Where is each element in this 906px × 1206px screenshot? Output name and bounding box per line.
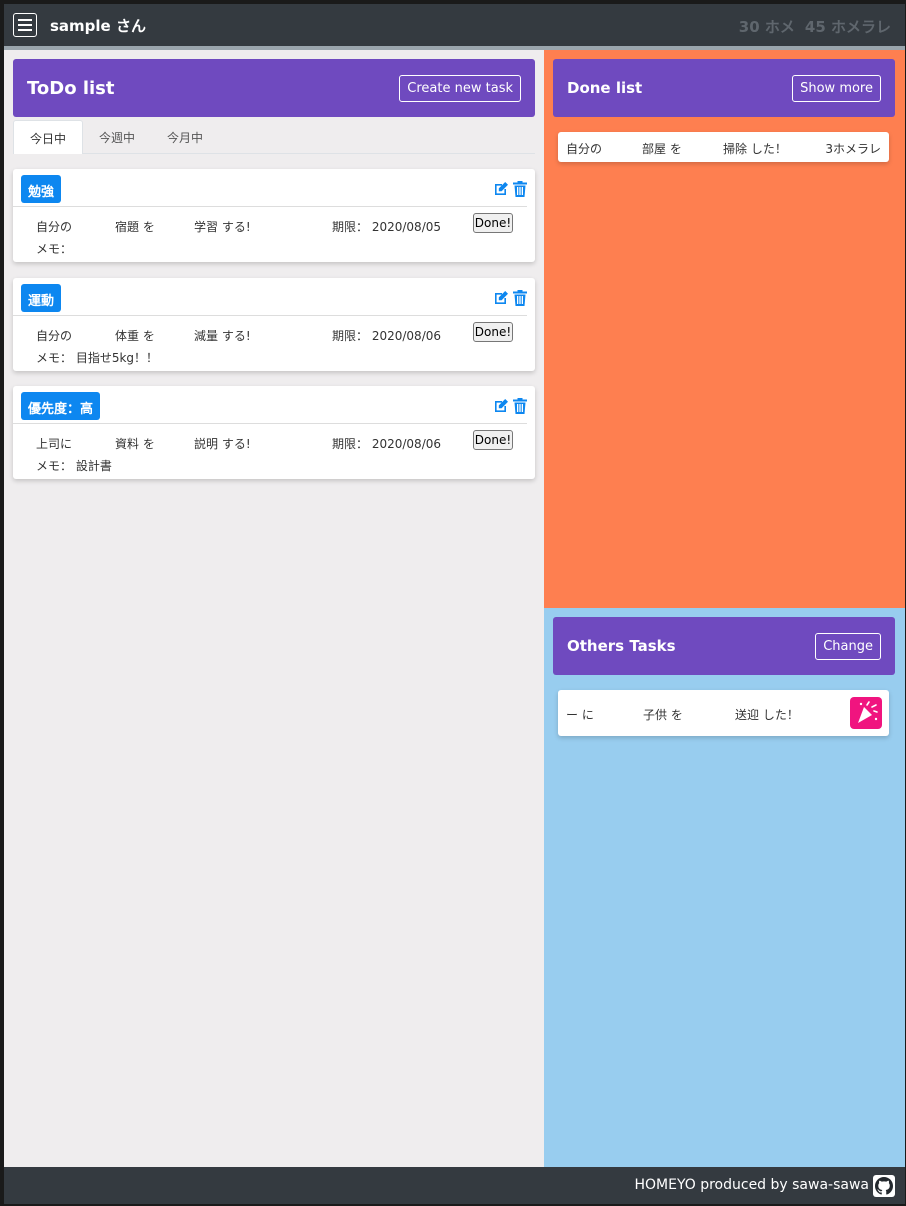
task-object: 宿題 を: [115, 220, 155, 234]
done-button[interactable]: Done!: [473, 430, 513, 450]
others-header: Others Tasks Change: [553, 617, 895, 675]
task-memo: メモ： 目指せ5kg！！: [36, 351, 159, 365]
done-points: 3ホメラレ: [825, 142, 881, 156]
edit-icon[interactable]: [493, 181, 509, 197]
create-task-button[interactable]: Create new task: [399, 74, 521, 102]
done-who: 自分の: [566, 142, 603, 156]
edit-icon[interactable]: [493, 290, 509, 306]
task-who: 自分の: [36, 329, 73, 343]
others-action: 送迎 した！: [735, 708, 799, 722]
task-tag: 優先度：高: [21, 392, 101, 420]
done-title: Done list: [567, 79, 643, 97]
todo-title: ToDo list: [27, 77, 115, 99]
others-object: 子供 を: [643, 708, 683, 722]
trash-icon[interactable]: [513, 398, 527, 414]
trash-icon[interactable]: [513, 290, 527, 306]
task-header: 優先度：高: [13, 386, 527, 424]
period-tabs: 今日中 今週中 今月中: [13, 120, 535, 154]
task-actions: [493, 181, 527, 197]
due-label: 期限：: [332, 437, 369, 451]
home-points: 30 ホメ: [738, 18, 795, 36]
tab-today[interactable]: 今日中: [13, 120, 84, 154]
footer: HOMEYO produced by sawa-sawa: [4, 1167, 905, 1204]
user-name: sample さん: [50, 17, 146, 35]
task-body: 自分の 宿題 を 学習 する! 期限： 2020/08/05 Done! メモ：: [13, 207, 535, 262]
task-due: 期限： 2020/08/06: [332, 435, 441, 452]
task-card: 優先度：高 上司に 資料 を 説明 する! 期限： 2020/08/06 Don…: [13, 386, 535, 479]
trash-icon[interactable]: [513, 181, 527, 197]
task-due: 期限： 2020/08/06: [332, 327, 441, 344]
others-title: Others Tasks: [567, 637, 676, 655]
due-label: 期限：: [332, 329, 369, 343]
footer-credit: HOMEYO produced by sawa-sawa: [634, 1177, 869, 1193]
tab-this-month[interactable]: 今月中: [151, 120, 219, 154]
task-tag: 運動: [21, 284, 62, 312]
change-button[interactable]: Change: [815, 632, 881, 660]
tab-this-week[interactable]: 今週中: [83, 120, 151, 154]
navbar: sample さん 30 ホメ 45 ホメラレ: [4, 4, 905, 46]
done-header: Done list Show more: [553, 59, 895, 117]
task-body: 上司に 資料 を 説明 する! 期限： 2020/08/06 Done! メモ：…: [13, 424, 535, 479]
homerare-points: 45 ホメラレ: [804, 18, 891, 36]
task-body: 自分の 体重 を 減量 する! 期限： 2020/08/06 Done! メモ：…: [13, 316, 535, 371]
due-label: 期限：: [332, 220, 369, 234]
others-item: ー に 子供 を 送迎 した！: [558, 690, 889, 736]
task-memo: メモ： 設計書: [36, 459, 112, 473]
task-object: 資料 を: [115, 437, 155, 451]
done-button[interactable]: Done!: [473, 322, 513, 342]
due-date: 2020/08/06: [371, 329, 442, 343]
task-actions: [493, 290, 527, 306]
task-actions: [493, 398, 527, 414]
task-due: 期限： 2020/08/05: [332, 218, 441, 235]
task-tag: 勉強: [21, 175, 62, 203]
due-date: 2020/08/05: [371, 220, 442, 234]
task-memo: メモ：: [36, 242, 73, 256]
show-more-button[interactable]: Show more: [792, 74, 881, 102]
task-header: 勉強: [13, 169, 527, 207]
todo-header: ToDo list Create new task: [13, 59, 535, 117]
due-date: 2020/08/06: [371, 437, 442, 451]
done-button[interactable]: Done!: [473, 213, 513, 233]
others-who: ー に: [566, 708, 594, 722]
party-popper-icon[interactable]: [850, 697, 882, 729]
edit-icon[interactable]: [493, 398, 509, 414]
hamburger-menu-icon[interactable]: [13, 13, 37, 37]
task-who: 自分の: [36, 220, 73, 234]
task-action: 減量 する!: [194, 329, 251, 343]
task-object: 体重 を: [115, 329, 155, 343]
done-object: 部屋 を: [642, 142, 682, 156]
points-display: 30 ホメ 45 ホメラレ: [739, 16, 891, 37]
task-card: 勉強 自分の 宿題 を 学習 する! 期限： 2020/08/05 Done! …: [13, 169, 535, 262]
task-card: 運動 自分の 体重 を 減量 する! 期限： 2020/08/06 Done! …: [13, 278, 535, 371]
github-icon[interactable]: [873, 1175, 895, 1197]
task-who: 上司に: [36, 437, 73, 451]
todo-column: ToDo list Create new task 今日中 今週中 今月中 勉強…: [4, 50, 544, 1167]
task-action: 説明 する!: [194, 437, 251, 451]
app-frame: sample さん 30 ホメ 45 ホメラレ ToDo list Create…: [4, 4, 905, 1204]
done-action: 掃除 した！: [723, 142, 787, 156]
done-item: 自分の 部屋 を 掃除 した！ 3ホメラレ: [558, 132, 889, 162]
task-action: 学習 する!: [194, 220, 251, 234]
task-header: 運動: [13, 278, 527, 316]
